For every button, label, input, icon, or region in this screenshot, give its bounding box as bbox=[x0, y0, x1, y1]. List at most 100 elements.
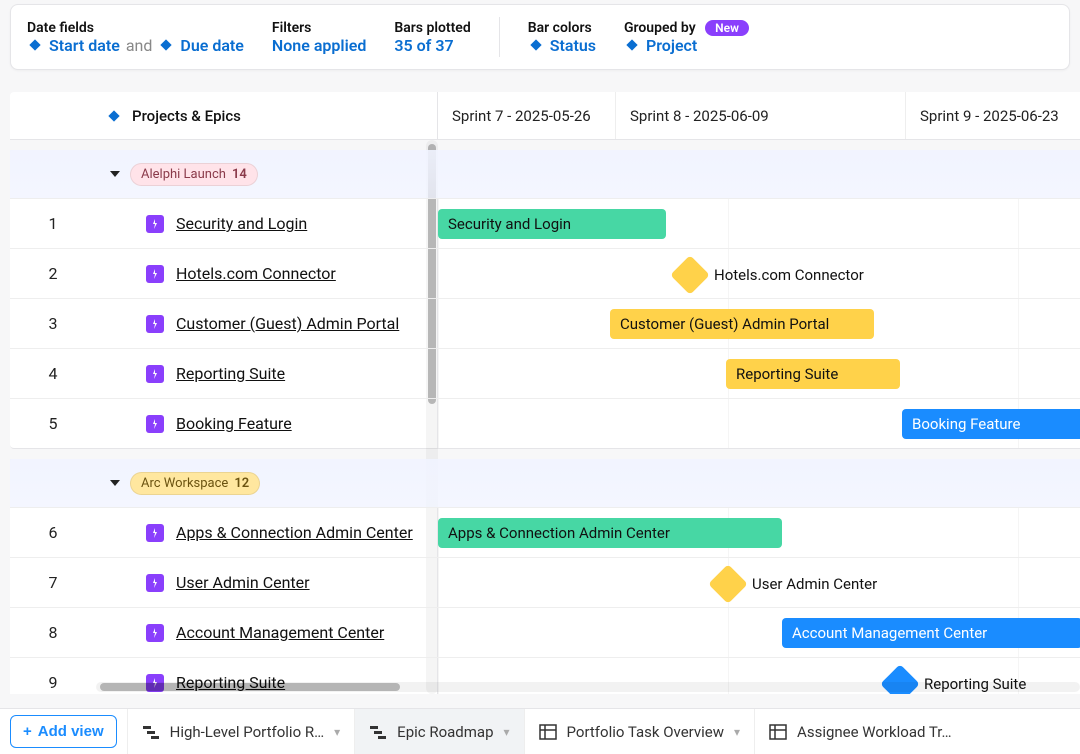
bar-colors-label: Bar colors bbox=[528, 20, 596, 36]
view-tab-label: Assignee Workload Tr… bbox=[797, 723, 951, 741]
bars-plotted-control[interactable]: Bars plotted 35 of 37 bbox=[394, 5, 470, 69]
grouped-by-value: Project bbox=[646, 36, 697, 55]
row-number: 5 bbox=[10, 399, 96, 448]
epic-row: 8 Account Management CenterAccount Manag… bbox=[10, 607, 1080, 657]
milestone-label: Hotels.com Connector bbox=[714, 266, 864, 284]
epic-link[interactable]: Security and Login bbox=[176, 214, 307, 233]
epic-link[interactable]: Hotels.com Connector bbox=[176, 264, 336, 283]
group-header[interactable]: Arc Workspace 12 bbox=[10, 459, 1080, 507]
caret-down-icon bbox=[110, 480, 120, 486]
timeline-track[interactable]: Customer (Guest) Admin Portal bbox=[438, 299, 1080, 348]
gantt-bar[interactable]: Account Management Center bbox=[782, 618, 1080, 648]
timeline-track[interactable]: Hotels.com Connector bbox=[438, 249, 1080, 298]
project-name: Arc Workspace bbox=[141, 476, 228, 491]
row-name-cell[interactable]: User Admin Center bbox=[96, 558, 438, 607]
row-number: 3 bbox=[10, 299, 96, 348]
gantt-bar[interactable]: Security and Login bbox=[438, 209, 666, 239]
milestone[interactable]: Hotels.com Connector bbox=[676, 261, 864, 289]
gantt-bar[interactable]: Apps & Connection Admin Center bbox=[438, 518, 782, 548]
left-header-title: Projects & Epics bbox=[132, 107, 241, 125]
project-count: 12 bbox=[234, 476, 249, 491]
project-chip[interactable]: Arc Workspace 12 bbox=[130, 472, 260, 495]
sprints-header: Sprint 7 - 2025-05-26Sprint 8 - 2025-06-… bbox=[438, 92, 1080, 139]
row-number: 1 bbox=[10, 199, 96, 248]
gantt-bar[interactable]: Reporting Suite bbox=[726, 359, 900, 389]
milestone-diamond-icon bbox=[670, 255, 710, 295]
timeline-track[interactable]: Security and Login bbox=[438, 199, 1080, 248]
epic-link[interactable]: Account Management Center bbox=[176, 623, 384, 642]
epic-icon bbox=[146, 415, 164, 433]
row-number: 6 bbox=[10, 508, 96, 557]
gantt-bar[interactable]: Customer (Guest) Admin Portal bbox=[610, 309, 874, 339]
grouped-by-control[interactable]: Grouped by New Project bbox=[624, 5, 749, 69]
epic-icon bbox=[146, 265, 164, 283]
date-fields-label: Date fields bbox=[27, 20, 244, 36]
row-name-cell[interactable]: Hotels.com Connector bbox=[96, 249, 438, 298]
plus-icon: + bbox=[23, 723, 32, 740]
project-group: Alelphi Launch 14 1 Security and Login Se… bbox=[10, 150, 1080, 449]
new-badge: New bbox=[705, 20, 749, 36]
epic-row: 6 Apps & Connection Admin Center Apps & C… bbox=[10, 507, 1080, 557]
milestone[interactable]: User Admin Center bbox=[714, 570, 877, 598]
view-tab[interactable]: Epic Roadmap▾ bbox=[354, 709, 523, 754]
sprint-column-header: Sprint 8 - 2025-06-09 bbox=[616, 92, 906, 139]
bar-colors-value: Status bbox=[550, 36, 596, 55]
date-fields-control[interactable]: Date fields Start date and Due date bbox=[27, 5, 244, 69]
epic-link[interactable]: Booking Feature bbox=[176, 414, 292, 433]
epic-row: 2 Hotels.com Connector Hotels.com Connec… bbox=[10, 248, 1080, 298]
epic-icon bbox=[146, 524, 164, 542]
group-header[interactable]: Alelphi Launch 14 bbox=[10, 150, 1080, 198]
epic-icon bbox=[146, 365, 164, 383]
epic-link[interactable]: Customer (Guest) Admin Portal bbox=[176, 314, 399, 333]
gantt-icon bbox=[369, 723, 387, 741]
view-tab-label: High-Level Portfolio R… bbox=[170, 723, 325, 741]
bar-colors-control[interactable]: Bar colors Status bbox=[528, 5, 596, 69]
view-controls-bar: Date fields Start date and Due date Filt… bbox=[10, 4, 1070, 70]
milestone-diamond-icon bbox=[708, 564, 748, 604]
sprint-column-header: Sprint 7 - 2025-05-26 bbox=[438, 92, 616, 139]
epic-row: 1 Security and Login Security and Login bbox=[10, 198, 1080, 248]
timeline-track[interactable]: User Admin Center bbox=[438, 558, 1080, 607]
table-icon bbox=[539, 723, 557, 741]
gantt-bar[interactable]: Booking Feature bbox=[902, 409, 1080, 439]
filters-control[interactable]: Filters None applied bbox=[272, 5, 366, 69]
grouped-by-label: Grouped by New bbox=[624, 20, 749, 36]
row-name-cell[interactable]: Account Management Center bbox=[96, 608, 438, 657]
view-tab-label: Portfolio Task Overview bbox=[567, 723, 724, 741]
caret-down-icon[interactable]: ▾ bbox=[734, 725, 740, 739]
start-date-value: Start date bbox=[49, 36, 120, 55]
view-tab[interactable]: Portfolio Task Overview ▾ bbox=[524, 709, 755, 754]
epic-row: 5 Booking Feature Booking Feature bbox=[10, 398, 1080, 448]
divider bbox=[499, 17, 500, 57]
row-name-cell[interactable]: Customer (Guest) Admin Portal bbox=[96, 299, 438, 348]
epic-row: 4 Reporting Suite Reporting Suite bbox=[10, 348, 1080, 398]
epic-link[interactable]: Reporting Suite bbox=[176, 364, 285, 383]
view-tabs-footer: + Add view High-Level Portfolio R…▾Epic … bbox=[0, 708, 1080, 754]
epic-link[interactable]: User Admin Center bbox=[176, 573, 310, 592]
row-name-cell[interactable]: Reporting Suite bbox=[96, 349, 438, 398]
caret-down-icon[interactable]: ▾ bbox=[504, 725, 510, 739]
timeline-track[interactable]: Apps & Connection Admin Center bbox=[438, 508, 1080, 557]
row-name-cell[interactable]: Booking Feature bbox=[96, 399, 438, 448]
timeline-track[interactable]: Booking Feature bbox=[438, 399, 1080, 448]
timeline-track[interactable]: Account Management Center bbox=[438, 608, 1080, 657]
project-group: Arc Workspace 12 6 Apps & Connection Adm… bbox=[10, 459, 1080, 694]
roadmap-body: Alelphi Launch 14 1 Security and Login Se… bbox=[10, 140, 1080, 694]
row-number: 4 bbox=[10, 349, 96, 398]
gantt-icon bbox=[142, 723, 160, 741]
row-number: 7 bbox=[10, 558, 96, 607]
row-name-cell[interactable]: Apps & Connection Admin Center bbox=[96, 508, 438, 557]
epic-icon bbox=[146, 574, 164, 592]
view-tab[interactable]: Assignee Workload Tr… bbox=[754, 709, 965, 754]
caret-down-icon[interactable]: ▾ bbox=[334, 725, 340, 739]
horizontal-scrollbar[interactable] bbox=[96, 682, 1080, 692]
add-view-label: Add view bbox=[38, 723, 104, 740]
view-tab[interactable]: High-Level Portfolio R… ▾ bbox=[127, 709, 355, 754]
row-number: 9 bbox=[10, 658, 96, 694]
timeline-track[interactable]: Reporting Suite bbox=[438, 349, 1080, 398]
row-name-cell[interactable]: Security and Login bbox=[96, 199, 438, 248]
epic-link[interactable]: Apps & Connection Admin Center bbox=[176, 523, 413, 542]
add-view-button[interactable]: + Add view bbox=[10, 715, 117, 748]
project-chip[interactable]: Alelphi Launch 14 bbox=[130, 163, 258, 186]
diamond-icon bbox=[106, 108, 122, 124]
